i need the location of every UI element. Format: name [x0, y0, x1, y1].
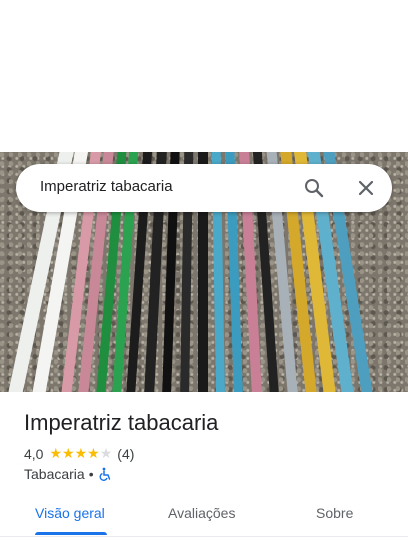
place-title: Imperatriz tabacaria: [24, 410, 219, 435]
star-icon: ★: [99, 445, 113, 461]
search-icon[interactable]: [302, 176, 326, 200]
search-input[interactable]: Imperatriz tabacaria: [40, 178, 173, 195]
separator: •: [88, 466, 94, 482]
star-icon: ★: [49, 445, 63, 461]
close-icon[interactable]: [354, 176, 378, 200]
tab-bar: Visão geral Avaliações Sobre: [0, 492, 408, 537]
search-bar[interactable]: Imperatriz tabacaria: [16, 164, 392, 212]
category-label: Tabacaria: [24, 466, 85, 482]
active-tab-indicator: [35, 532, 107, 535]
review-count[interactable]: (4): [117, 446, 134, 462]
tab-about[interactable]: Sobre: [316, 505, 353, 521]
map-area: [0, 0, 408, 152]
star-icon: ★: [74, 445, 88, 461]
star-icon: ★: [62, 445, 75, 461]
rating-value: 4,0: [24, 445, 44, 462]
category-row: Tabacaria •: [24, 466, 112, 482]
star-rating: ★★★★★: [49, 445, 112, 462]
tab-reviews[interactable]: Avaliações: [168, 505, 235, 521]
tab-overview[interactable]: Visão geral: [35, 505, 105, 521]
star-icon: ★: [87, 445, 100, 461]
rating-row[interactable]: 4,0 ★★★★★ (4): [24, 445, 134, 462]
wheelchair-icon: [98, 467, 112, 481]
